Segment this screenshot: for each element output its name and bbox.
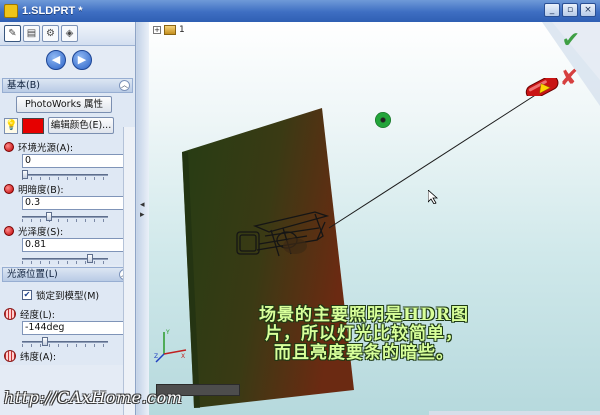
light-position-group: 光源位置(L) ︿ ✔ 锁定到模型(M) 经度(L): -144deg ▲▼ 纬… [0, 267, 135, 365]
panel-splitter[interactable]: ◂ ▸ [137, 22, 149, 415]
basic-group-header[interactable]: 基本(B) ︿ [2, 78, 133, 93]
close-button[interactable]: × [580, 3, 596, 17]
brightness-slider-thumb[interactable] [46, 212, 52, 221]
brightness-slider[interactable] [22, 212, 108, 222]
light-position-title: 光源位置(L) [7, 269, 58, 280]
longitude-slider[interactable] [22, 337, 108, 347]
longitude-value: -144deg [25, 322, 65, 333]
svg-text:X: X [181, 353, 185, 360]
mouse-cursor-icon [428, 190, 438, 204]
specular-label: 光泽度(S): [18, 226, 64, 238]
previous-arrow-icon[interactable]: ◀ [46, 50, 66, 70]
latitude-label: 纬度(A): [20, 351, 57, 363]
latitude-icon [4, 349, 16, 362]
specular-slider[interactable] [22, 254, 108, 264]
triad-axes-icon: Y X Z [154, 329, 187, 363]
specular-light-icon [4, 225, 14, 236]
color-swatch[interactable] [22, 117, 44, 134]
ambient-light-icon [4, 141, 14, 152]
lock-to-model-checkbox[interactable]: ✔ [22, 289, 32, 300]
ambient-value: 0 [25, 155, 32, 166]
graphics-viewport[interactable]: + 1 ✔ ✘ Y X Z 场景的主要照明是HDR图 片，所以灯光比较简单， 而… [149, 22, 600, 415]
lock-to-model-label: 锁定到模型(M) [36, 290, 100, 302]
manager-tabs: ✎ ▤ ⚙ ◈ [0, 22, 135, 46]
title-bar: 1.SLDPRT * _ ▫ × [0, 0, 600, 22]
specular-slider-thumb[interactable] [86, 254, 93, 263]
directional-light-icon[interactable] [523, 78, 563, 96]
featuremanager-tab[interactable]: ✎ [4, 25, 21, 42]
ambient-slider-thumb[interactable] [22, 170, 28, 179]
propertymanager-tab[interactable]: ▤ [23, 25, 40, 42]
svg-text:Y: Y [165, 329, 170, 336]
ambient-input[interactable]: 0 ▲▼ [22, 154, 134, 168]
basic-group: 基本(B) ︿ PhotoWorks 属性 💡 编辑颜色(E)... 环境光源(… [0, 78, 135, 265]
specular-value: 0.81 [25, 239, 47, 250]
longitude-input[interactable]: -144deg ▲▼ [22, 321, 134, 335]
collapse-chevron-icon[interactable]: ︿ [119, 80, 130, 91]
caption-line-3: 而且亮度要条的暗些。 [274, 343, 454, 363]
restore-button[interactable]: ▫ [562, 3, 578, 17]
window-controls: _ ▫ × [544, 3, 596, 17]
next-arrow-icon[interactable]: ▶ [72, 50, 92, 70]
svg-text:Z: Z [154, 353, 158, 360]
splitter-grip-icon[interactable]: ◂ ▸ [140, 200, 145, 220]
longitude-slider-thumb[interactable] [42, 337, 48, 346]
navigation-row: ◀ ▶ [0, 46, 135, 76]
brightness-light-icon [4, 183, 14, 194]
light-position-header[interactable]: 光源位置(L) ︿ [2, 267, 133, 282]
site-watermark: http://CAxHome.com [4, 388, 183, 407]
specular-input[interactable]: 0.81 ▲▼ [22, 238, 134, 252]
brightness-value: 0.3 [25, 197, 41, 208]
minimize-button[interactable]: _ [544, 3, 560, 17]
basic-group-title: 基本(B) [7, 80, 40, 91]
configuration-tab[interactable]: ⚙ [42, 25, 59, 42]
ambient-label: 环境光源(A): [18, 142, 74, 154]
viewport-scrollbar[interactable] [429, 411, 600, 415]
panel-scrollbar[interactable] [123, 127, 135, 415]
render-manager-tab[interactable]: ◈ [61, 25, 78, 42]
light-target-handle-icon[interactable] [375, 112, 391, 128]
part-document-icon [4, 4, 18, 18]
longitude-icon [4, 307, 16, 320]
brightness-input[interactable]: 0.3 ▲▼ [22, 196, 134, 210]
property-manager-panel: ✎ ▤ ⚙ ◈ ◀ ▶ 基本(B) ︿ PhotoWorks 属性 💡 编辑颜色… [0, 22, 136, 415]
ambient-slider[interactable] [22, 170, 108, 180]
window-title: 1.SLDPRT * [22, 5, 83, 17]
lightbulb-icon: 💡 [4, 117, 18, 134]
edit-color-button[interactable]: 编辑颜色(E)... [48, 117, 114, 134]
tutorial-caption: 场景的主要照明是HDR图 片，所以灯光比较简单， 而且亮度要条的暗些。 [194, 306, 534, 363]
caption-line-2: 片，所以灯光比较简单， [265, 324, 463, 344]
photoworks-properties-button[interactable]: PhotoWorks 属性 [16, 96, 112, 113]
longitude-label: 经度(L): [20, 309, 55, 321]
brightness-label: 明暗度(B): [18, 184, 64, 196]
caption-line-1: 场景的主要照明是HDR图 [259, 305, 469, 325]
